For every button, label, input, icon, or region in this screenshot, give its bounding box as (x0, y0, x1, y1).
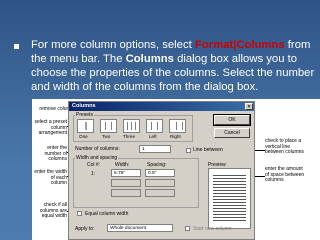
callout-equal: check if all columns are equal width (39, 202, 67, 220)
column-spacing-field-disabled (145, 189, 175, 197)
preset-three[interactable] (123, 119, 140, 133)
text-part-1: For more column options, select (31, 39, 195, 51)
column-spacing-field[interactable]: 0.5" (145, 169, 175, 177)
width-header: Width: (115, 162, 130, 168)
dialog-title: Columns (72, 103, 96, 109)
apply-to-label: Apply to: (75, 226, 95, 232)
preview-column (213, 175, 246, 222)
preset-right[interactable] (169, 119, 186, 133)
preset-label-right: Right (170, 134, 181, 139)
apply-to-select[interactable]: Whole document (107, 224, 173, 232)
callout-preset: select a preset column arrangement (34, 119, 67, 137)
dialog-name-bold: Columns (125, 53, 174, 65)
bullet-square-icon (14, 44, 19, 49)
equal-width-checkbox[interactable] (77, 211, 82, 216)
start-new-checkbox[interactable] (185, 226, 190, 231)
preset-label-three: Three (123, 134, 136, 139)
line-between-label: Line between (193, 147, 223, 153)
width-spacing-label: Width and spacing (75, 155, 119, 161)
col-header: Col #: (87, 162, 101, 168)
line-between-checkbox[interactable] (186, 148, 191, 153)
spacing-header: Spacing: (147, 162, 167, 168)
equal-width-label: Equal column width (85, 211, 129, 217)
number-of-columns-field[interactable]: 1 (139, 145, 171, 153)
preset-left[interactable] (146, 119, 163, 133)
callout-number: enter the number of columns (44, 145, 67, 163)
callout-width: enter the width of each column (34, 169, 67, 187)
column-width-field[interactable]: 6.75" (111, 169, 141, 177)
callout-space: enter the amount of space between column… (265, 166, 305, 184)
preview-box (208, 168, 251, 229)
presets-label: Presets (75, 112, 94, 118)
preset-two[interactable] (100, 119, 117, 133)
column-spacing-field-disabled (145, 179, 175, 187)
cancel-button[interactable]: Cancel (214, 128, 250, 138)
callout-line: check to place a vertical line between c… (265, 138, 304, 156)
start-new-label: Start new column (193, 226, 232, 232)
column-width-field-disabled (111, 189, 141, 197)
slide: For more column options, select Format|C… (0, 0, 320, 240)
preset-one[interactable] (77, 119, 94, 133)
preset-label-left: Left (149, 134, 157, 139)
number-label: Number of columns: (75, 146, 120, 152)
preset-label-two: Two (102, 134, 111, 139)
menu-path-highlight: Format|Columns (194, 39, 285, 51)
ok-button[interactable]: OK (213, 114, 251, 126)
preset-label-one: One (79, 134, 88, 139)
row-number: 1: (91, 171, 96, 177)
columns-dialog: Columns × Presets One Two Three Left Rig… (68, 101, 255, 240)
bullet-text: For more column options, select Format|C… (31, 38, 316, 94)
column-width-field-disabled (111, 179, 141, 187)
close-button[interactable]: × (245, 103, 253, 110)
dialog-titlebar: Columns × (69, 102, 254, 111)
